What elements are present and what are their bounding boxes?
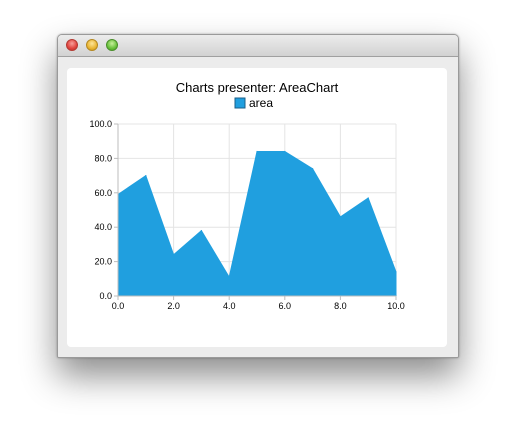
data-point-5: [256, 150, 258, 153]
y-tick-label-5: 100.0: [89, 119, 112, 129]
minimize-window-icon[interactable]: [86, 39, 98, 51]
y-tick-label-1: 20.0: [94, 257, 112, 267]
area-chart: Charts presenter: AreaChart area 0.0 2.0 4…: [89, 80, 405, 311]
x-tick-label-5: 10.0: [387, 301, 405, 311]
y-tick-label-4: 80.0: [94, 153, 112, 163]
x-tick-label-3: 6.0: [279, 301, 292, 311]
x-tick-label-1: 2.0: [167, 301, 180, 311]
x-tick-label-2: 4.0: [223, 301, 236, 311]
y-tick-label-2: 40.0: [94, 222, 112, 232]
area-series: [117, 150, 397, 297]
data-point-10: [395, 271, 397, 273]
close-window-icon[interactable]: [66, 39, 78, 51]
title-bar[interactable]: [58, 35, 458, 57]
x-tick-label-0: 0.0: [112, 301, 125, 311]
legend: area: [234, 96, 273, 110]
app-window: Charts presenter: AreaChart area 0.0 2.0 4…: [57, 34, 459, 358]
window-content: Charts presenter: AreaChart area 0.0 2.0 4…: [58, 57, 458, 357]
x-tick-label-4: 8.0: [334, 301, 347, 311]
data-point-6: [284, 150, 286, 153]
data-point-7: [312, 168, 314, 170]
chart-title: Charts presenter: AreaChart: [176, 80, 339, 95]
data-point-8: [339, 216, 341, 218]
data-point-4: [228, 276, 230, 278]
y-tick-label-0: 0.0: [99, 291, 112, 301]
zoom-window-icon[interactable]: [106, 39, 118, 51]
area-fill-area: [117, 151, 397, 297]
data-point-9: [367, 197, 369, 199]
data-point-2: [173, 254, 175, 256]
data-point-3: [200, 230, 202, 232]
chart-panel: Charts presenter: AreaChart area 0.0 2.0 4…: [67, 68, 447, 347]
legend-swatch-area: [234, 97, 246, 109]
legend-label-area: area: [249, 96, 273, 110]
y-tick-label-3: 60.0: [94, 188, 112, 198]
data-point-1: [145, 175, 147, 177]
